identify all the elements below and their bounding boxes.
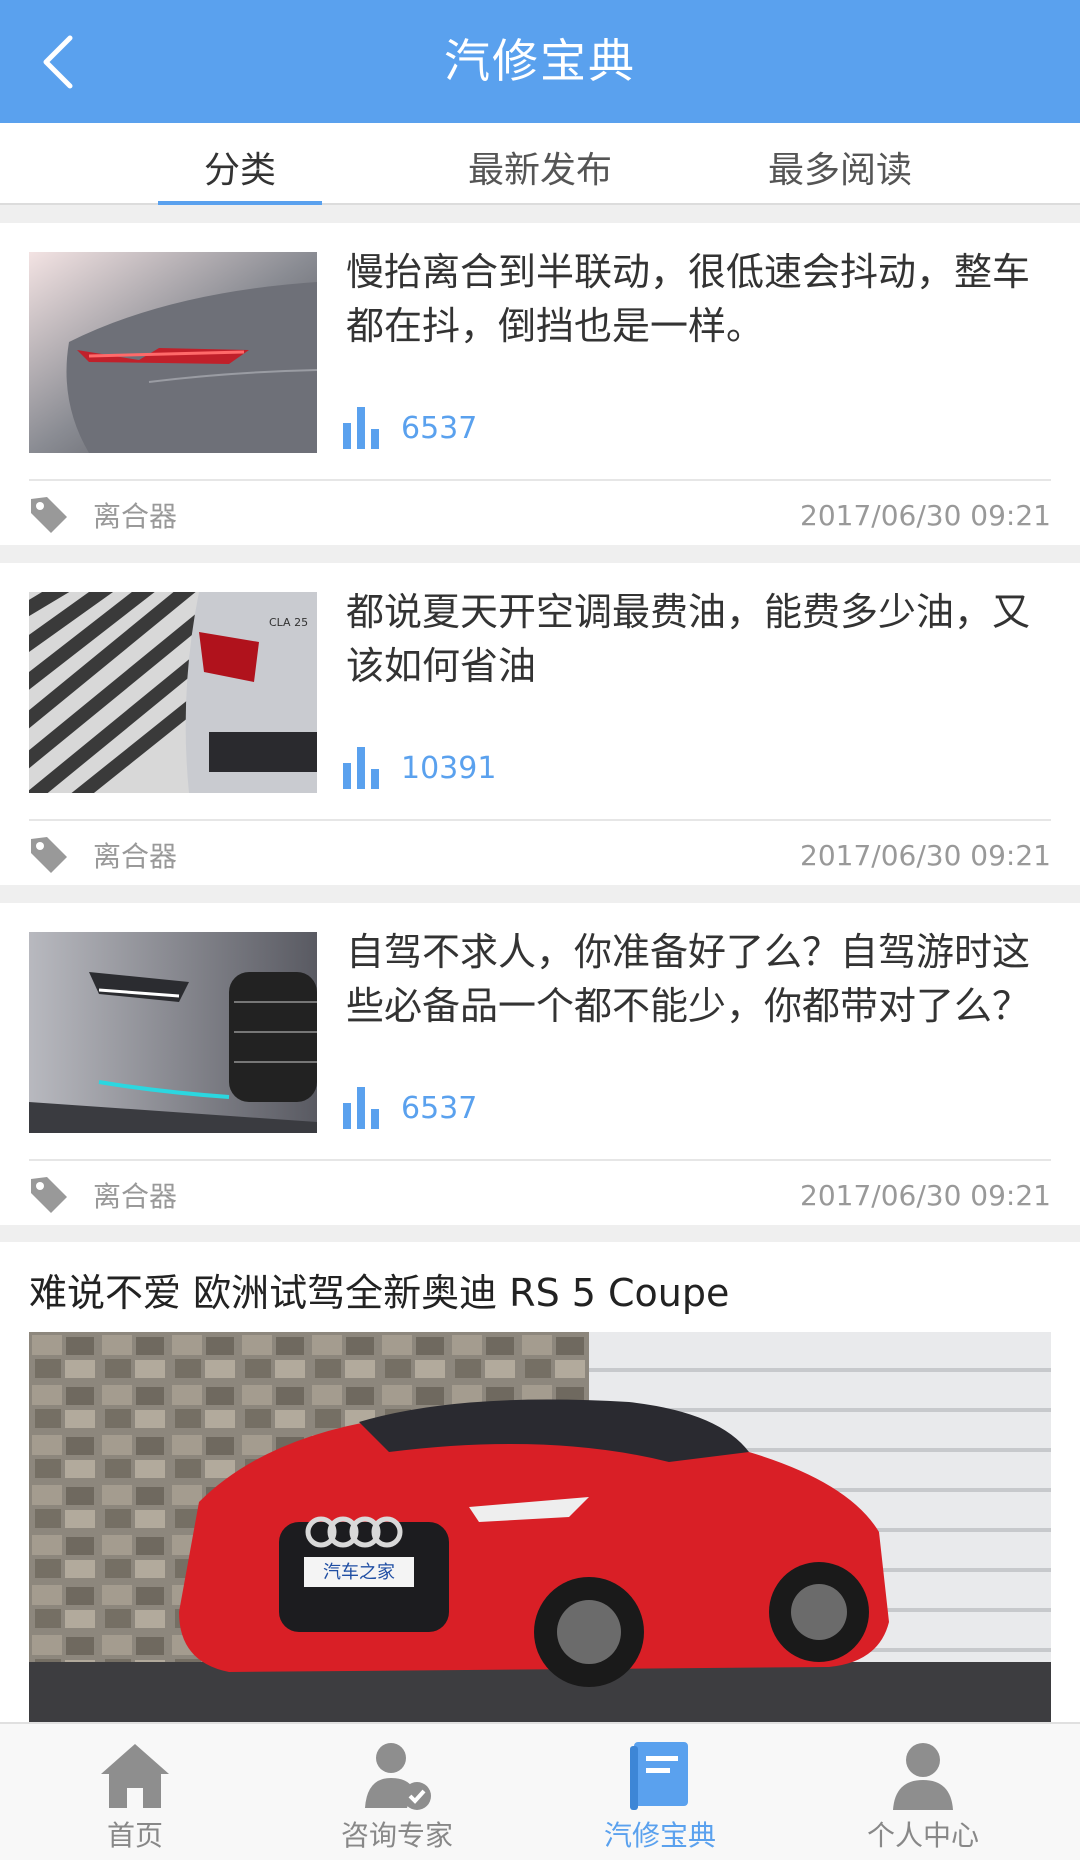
article-card[interactable]: 慢抬离合到半联动，很低速会抖动，整车都在抖，倒挡也是一样。 6537 离合器 2… [0,223,1080,545]
article-date: 2017/06/30 09:21 [800,498,1051,532]
view-count-value: 6537 [401,410,478,446]
view-count: 6537 [343,403,477,453]
article-card[interactable]: CLA 25 都说夏天开空调最费油，能费多少油，又该如何省油 10391 离合器… [0,563,1080,885]
article-title: 自驾不求人，你准备好了么？自驾游时这些必备品一个都不能少，你都带对了么？ [346,930,1031,1028]
app-root: 汽修宝典 分类 最新发布 最多阅读 慢抬离合到半联动，很低速会抖动，整车都在抖，… [0,0,1080,1860]
featured-image: 汽车之家 [29,1332,1051,1724]
tab-category[interactable]: 分类 [158,123,322,205]
article-thumbnail [29,252,317,453]
nav-home-label: 首页 [106,1819,163,1852]
divider [29,819,1051,821]
header-bar: 汽修宝典 [0,0,1080,123]
bar-chart-icon [343,747,379,789]
nav-home[interactable]: 首页 [0,1724,270,1860]
article-meta: 离合器 2017/06/30 09:21 [29,833,1051,877]
tag-icon [31,497,67,533]
bottom-nav: 首页 咨询专家 汽修宝典 个人中心 [0,1722,1080,1860]
featured-article[interactable]: 难说不爱 欧洲试驾全新奥迪 RS 5 Coupe 汽车之家 [0,1242,1080,1724]
tag-icon [31,1177,67,1213]
view-count-value: 10391 [401,750,497,786]
article-title: 慢抬离合到半联动，很低速会抖动，整车都在抖，倒挡也是一样。 [346,250,1031,348]
article-tag[interactable]: 离合器 [93,1175,177,1215]
tab-latest[interactable]: 最新发布 [430,123,650,205]
tab-active-indicator [158,201,322,205]
nav-expert-label: 咨询专家 [340,1819,453,1852]
view-count: 10391 [343,743,496,793]
user-icon [893,1743,953,1810]
tag-icon [31,837,67,873]
article-thumbnail: CLA 25 [29,592,317,793]
bar-chart-icon [343,407,379,449]
article-tag[interactable]: 离合器 [93,835,177,875]
page-title: 汽修宝典 [444,34,636,88]
article-date: 2017/06/30 09:21 [800,1178,1051,1212]
article-title: 都说夏天开空调最费油，能费多少油，又该如何省油 [346,590,1031,688]
divider [29,479,1051,481]
svg-text:CLA 25: CLA 25 [269,616,308,629]
article-tag[interactable]: 离合器 [93,495,177,535]
nav-expert[interactable]: 咨询专家 [262,1724,532,1860]
home-icon [101,1744,169,1808]
article-thumbnail [29,932,317,1133]
nav-manual-label: 汽修宝典 [603,1819,716,1852]
bar-chart-icon [343,1087,379,1129]
tab-most-read[interactable]: 最多阅读 [730,123,950,205]
article-meta: 离合器 2017/06/30 09:21 [29,1173,1051,1217]
view-count: 6537 [343,1083,477,1133]
divider [29,1159,1051,1161]
article-date: 2017/06/30 09:21 [800,838,1051,872]
view-count-value: 6537 [401,1090,478,1126]
book-icon [630,1742,688,1810]
nav-profile[interactable]: 个人中心 [788,1724,1058,1860]
nav-manual[interactable]: 汽修宝典 [525,1724,795,1860]
article-card[interactable]: 自驾不求人，你准备好了么？自驾游时这些必备品一个都不能少，你都带对了么？ 653… [0,903,1080,1225]
tab-bar: 分类 最新发布 最多阅读 [0,123,1080,205]
article-meta: 离合器 2017/06/30 09:21 [29,493,1051,537]
expert-icon [365,1743,431,1810]
featured-title: 难说不爱 欧洲试驾全新奥迪 RS 5 Coupe [29,1271,730,1315]
featured-image-watermark: 汽车之家 [323,1562,395,1583]
nav-profile-label: 个人中心 [866,1819,979,1852]
